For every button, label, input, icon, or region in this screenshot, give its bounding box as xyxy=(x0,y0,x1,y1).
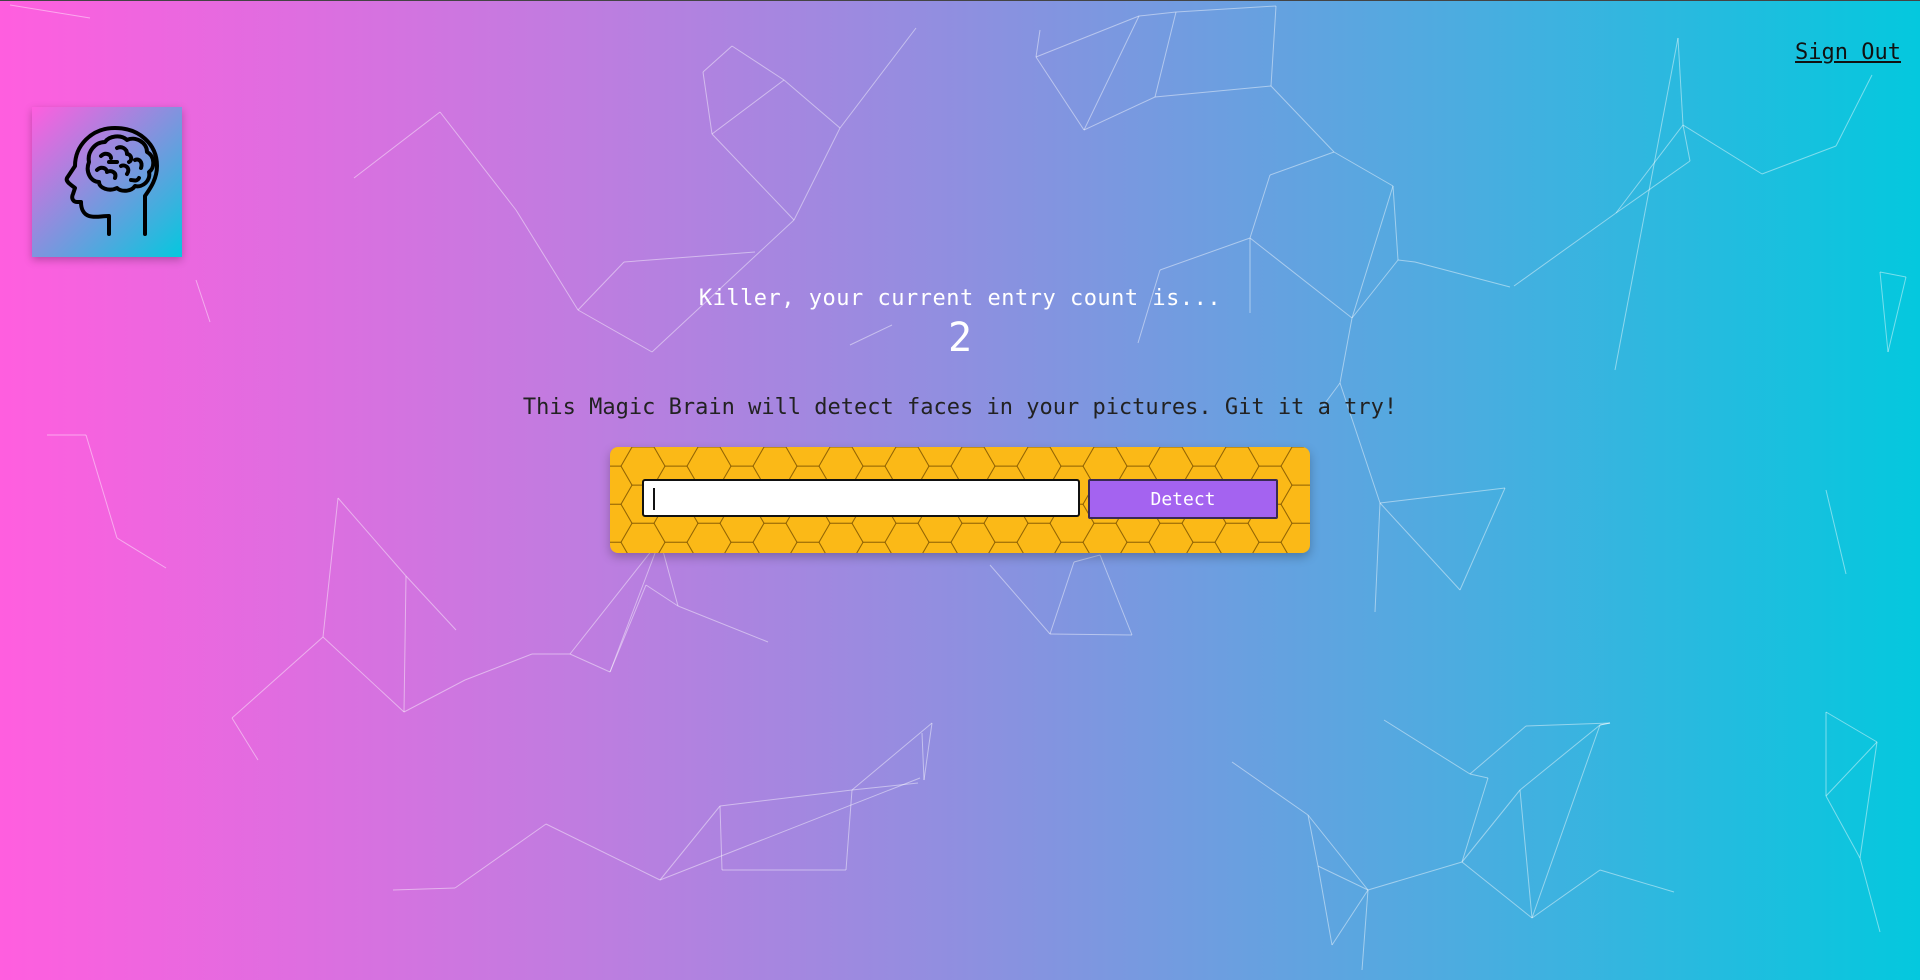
entry-count-label: Killer, your current entry count is... xyxy=(698,286,1222,311)
description-text: This Magic Brain will detect faces in yo… xyxy=(522,395,1398,420)
image-url-form: Detect xyxy=(610,447,1310,553)
entry-count-section: Killer, your current entry count is... 2 xyxy=(0,286,1920,361)
text-caret xyxy=(653,488,655,510)
entry-count-value: 2 xyxy=(947,315,973,361)
logo xyxy=(32,107,182,257)
detect-button[interactable]: Detect xyxy=(1088,479,1278,519)
navigation: Sign Out xyxy=(1795,40,1901,65)
brain-head-icon xyxy=(64,126,159,236)
image-url-input[interactable] xyxy=(642,479,1080,517)
top-border xyxy=(0,0,1920,1)
sign-out-link[interactable]: Sign Out xyxy=(1795,40,1901,65)
